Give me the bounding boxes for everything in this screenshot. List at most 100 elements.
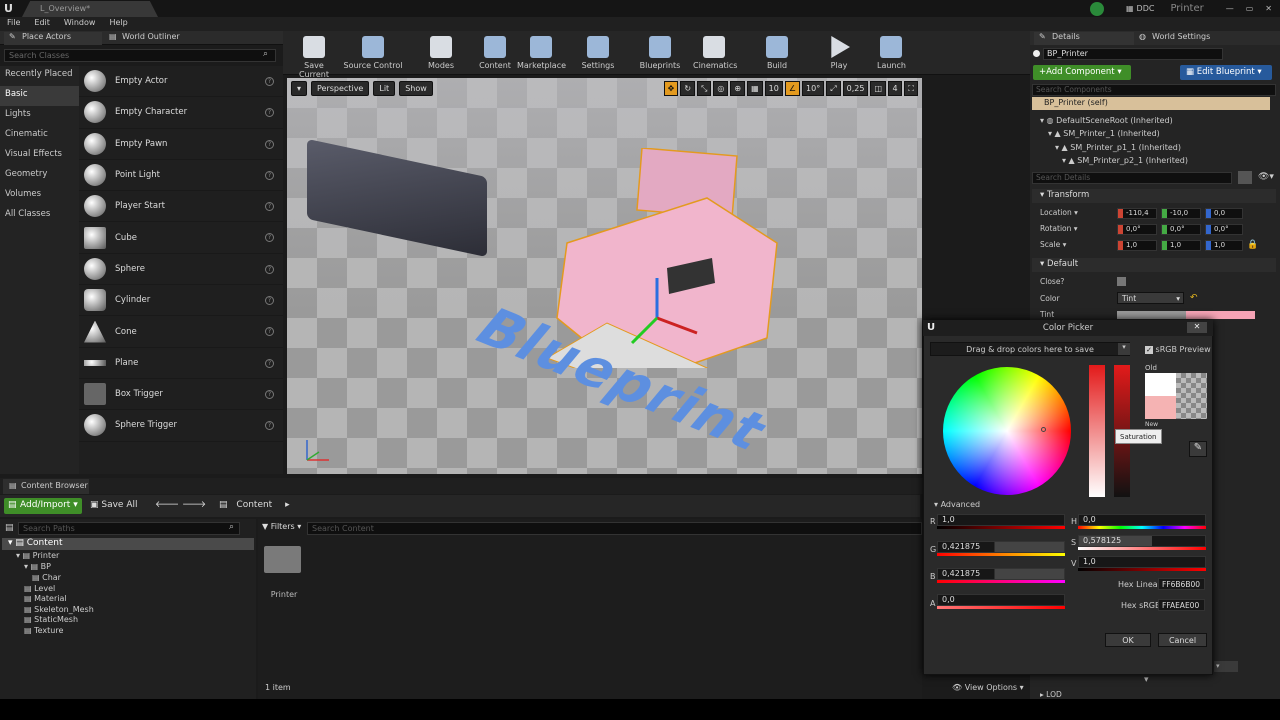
maximize-icon[interactable]: ▭ <box>1246 4 1254 13</box>
s-gradient[interactable] <box>1078 547 1206 550</box>
s-field[interactable]: 0,578125 <box>1078 535 1206 547</box>
help-icon[interactable]: ? <box>265 77 274 86</box>
list-item[interactable]: Point Light? <box>79 160 283 192</box>
scale-snap-value[interactable]: 0,25 <box>842 81 869 96</box>
category-all-classes[interactable]: All Classes <box>0 206 79 226</box>
category-recently-placed[interactable]: Recently Placed <box>0 66 79 86</box>
rotation-y-field[interactable]: 0,0° <box>1161 224 1201 235</box>
sources-toggle-icon[interactable]: ▤ <box>5 523 14 533</box>
advanced-section[interactable]: ▾ Advanced <box>934 500 980 509</box>
tree-item-level[interactable]: ▤ Level <box>24 584 55 593</box>
help-icon[interactable]: ? <box>265 233 274 243</box>
content-search-input[interactable]: Search Content <box>307 522 922 535</box>
g-field[interactable]: 0,421875 <box>937 541 1065 553</box>
rotation-z-field[interactable]: 0,0° <box>1205 224 1243 235</box>
lit-button[interactable]: Lit <box>373 81 396 96</box>
chevron-right-icon[interactable]: ▸ <box>285 500 290 510</box>
tree-item-skeleton-mesh[interactable]: ▤ Skeleton_Mesh <box>24 605 94 614</box>
list-item[interactable]: Sphere? <box>79 254 283 286</box>
back-arrow-icon[interactable]: 🡐 <box>155 500 179 510</box>
modes-button[interactable]: Modes <box>423 36 459 70</box>
list-item[interactable]: Sphere Trigger? <box>79 410 283 442</box>
source-control-button[interactable]: Source Control <box>343 36 403 70</box>
class-search-input[interactable]: Search Classes <box>4 49 276 62</box>
tab-world-settings[interactable]: ◍ World Settings <box>1134 32 1244 45</box>
folder-icon[interactable] <box>264 546 301 573</box>
content-button[interactable]: Content <box>479 36 511 70</box>
cancel-button[interactable]: Cancel <box>1158 633 1207 647</box>
forward-arrow-icon[interactable]: 🡒 <box>182 500 206 510</box>
add-component-button[interactable]: +Add Component ▾ <box>1033 65 1131 80</box>
add-import-button[interactable]: ▤ Add/Import ▾ <box>4 498 82 514</box>
filters-button[interactable]: ▼ Filters ▾ <box>262 522 304 535</box>
tree-item-char[interactable]: ▤ Char <box>32 573 61 582</box>
marketplace-button[interactable]: Marketplace <box>517 36 566 70</box>
tree-item-material[interactable]: ▤ Material <box>24 594 67 603</box>
scale-x-field[interactable]: 1,0 <box>1117 240 1157 251</box>
help-icon[interactable]: ? <box>265 421 274 431</box>
b-gradient[interactable] <box>937 580 1065 583</box>
list-item[interactable]: Cylinder? <box>79 285 283 317</box>
blueprints-button[interactable]: Blueprints <box>639 36 681 70</box>
color-swatch-drop-zone[interactable]: Drag & drop colors here to save <box>930 342 1130 356</box>
translate-icon[interactable]: ✥ <box>663 81 679 96</box>
minimize-icon[interactable]: — <box>1226 4 1234 13</box>
help-icon[interactable]: ? <box>265 139 274 149</box>
component-sm-printer-p1-1[interactable]: ▾ ▲ SM_Printer_p1_1 (Inherited) <box>1055 143 1181 152</box>
category-visual-effects[interactable]: Visual Effects <box>0 146 79 166</box>
save-all-button[interactable]: ▣ Save All <box>90 498 138 510</box>
tab-place-actors[interactable]: ✎ Place Actors <box>4 32 102 45</box>
location-x-field[interactable]: -110,4 <box>1117 208 1157 219</box>
lock-icon[interactable]: 🔒 <box>1247 240 1258 250</box>
scale-z-field[interactable]: 1,0 <box>1205 240 1243 251</box>
tree-item-bp[interactable]: ▾ ▤ BP <box>24 562 51 571</box>
maximize-viewport-icon[interactable]: ⛶ <box>904 81 918 96</box>
help-icon[interactable]: ? <box>265 170 274 180</box>
perspective-button[interactable]: Perspective <box>311 81 370 96</box>
component-sm-printer-1[interactable]: ▾ ▲ SM_Printer_1 (Inherited) <box>1048 129 1160 138</box>
cinematics-button[interactable]: Cinematics <box>693 36 737 70</box>
list-item[interactable]: Empty Actor? <box>79 66 283 98</box>
category-cinematic[interactable]: Cinematic <box>0 126 79 146</box>
color-dropdown[interactable]: Tint ▾ <box>1117 292 1184 304</box>
search-components-input[interactable]: Search Components <box>1032 84 1276 96</box>
world-icon[interactable]: ◎ <box>713 81 729 96</box>
help-icon[interactable]: ? <box>265 264 274 274</box>
category-lights[interactable]: Lights <box>0 106 79 126</box>
grid-icon[interactable]: ▦ <box>747 81 763 96</box>
help-icon[interactable]: ? <box>265 202 274 212</box>
tint-swatch[interactable] <box>1117 311 1255 319</box>
help-icon[interactable]: ? <box>265 296 274 306</box>
property-matrix-icon[interactable] <box>1238 171 1252 184</box>
menu-help[interactable]: Help <box>102 17 134 27</box>
close-icon[interactable]: ✕ <box>1265 4 1272 13</box>
eyedropper-icon[interactable]: ✎ <box>1189 441 1207 457</box>
tree-item-static-mesh[interactable]: ▤ StaticMesh <box>24 615 78 624</box>
g-gradient[interactable] <box>937 553 1065 556</box>
list-item[interactable]: Empty Character? <box>79 97 283 129</box>
tree-item-texture[interactable]: ▤ Texture <box>24 626 63 635</box>
srgb-checkbox[interactable]: ✓ <box>1145 346 1153 354</box>
hex-linear-field[interactable]: FF6B6B00 <box>1158 578 1205 590</box>
launch-button[interactable]: Launch <box>877 36 906 70</box>
show-button[interactable]: Show <box>399 81 433 96</box>
scale-y-field[interactable]: 1,0 <box>1161 240 1201 251</box>
r-field[interactable]: 1,0 <box>937 514 1065 526</box>
menu-file[interactable]: File <box>0 17 27 27</box>
close-checkbox[interactable] <box>1117 277 1126 286</box>
category-volumes[interactable]: Volumes <box>0 186 79 206</box>
color-wheel[interactable] <box>943 367 1071 495</box>
camera-speed-value[interactable]: 4 <box>888 81 902 96</box>
tab-world-outliner[interactable]: ▤ World Outliner <box>104 32 214 45</box>
color-wheel-selector[interactable] <box>1041 427 1046 432</box>
component-self-row[interactable]: BP_Printer (self) <box>1032 97 1270 110</box>
list-item[interactable]: Cone? <box>79 316 283 348</box>
ddc-label[interactable]: DDC <box>1137 4 1155 13</box>
help-icon[interactable]: ? <box>265 358 274 368</box>
list-item[interactable]: Plane? <box>79 348 283 379</box>
camera-speed-icon[interactable]: ◫ <box>870 81 886 96</box>
h-field[interactable]: 0,0 <box>1078 514 1206 526</box>
close-icon[interactable]: ✕ <box>1187 322 1207 333</box>
scale-snap-icon[interactable]: ⤢ <box>826 81 841 96</box>
tab-content-browser[interactable]: ▤ Content Browser <box>3 479 89 494</box>
